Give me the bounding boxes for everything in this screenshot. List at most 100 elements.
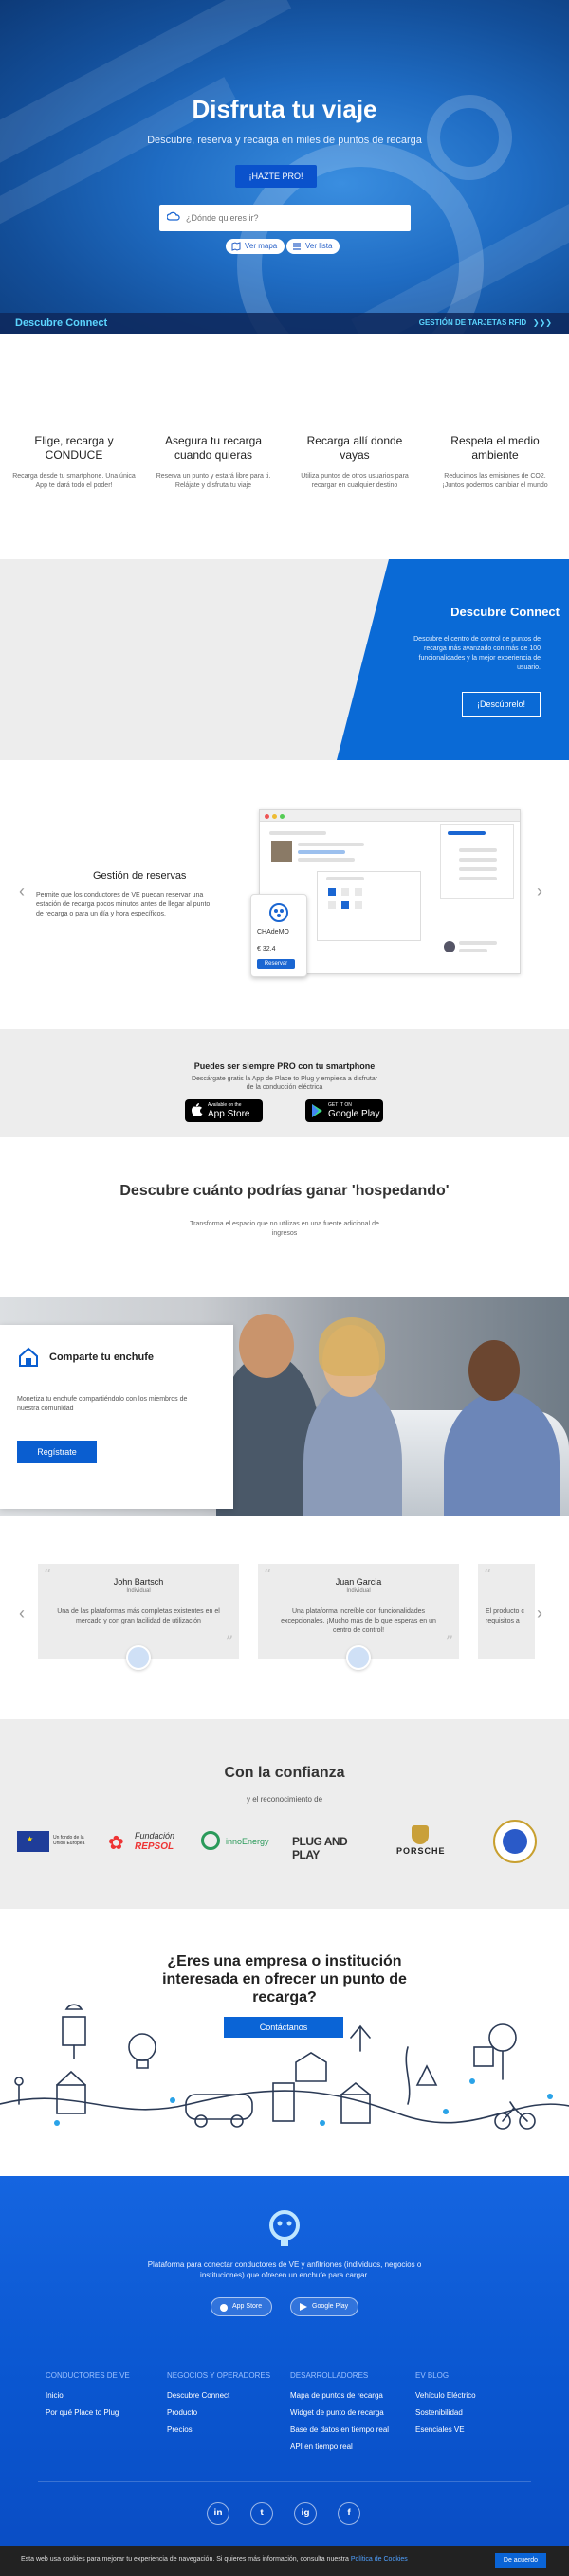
testimonial-role: Individual bbox=[126, 1588, 151, 1594]
instagram-icon[interactable]: ig bbox=[294, 2502, 317, 2525]
register-button[interactable]: Regístrate bbox=[17, 1441, 97, 1463]
linkedin-icon[interactable]: in bbox=[207, 2502, 229, 2525]
footer-link[interactable]: Por qué Place to Plug bbox=[46, 2404, 130, 2422]
footer: Plataforma para conectar conductores de … bbox=[0, 2176, 569, 2555]
plugandplay-logo-text: PLUG AND PLAY bbox=[292, 1835, 348, 1861]
rfid-link[interactable]: GESTIÓN DE TARJETAS RFID ❯❯❯ bbox=[419, 318, 552, 327]
footer-column-heading: NEGOCIOS Y OPERADORES bbox=[167, 2371, 271, 2380]
city-illustration bbox=[0, 2004, 569, 2130]
footer-link[interactable]: Mapa de puntos de recarga bbox=[290, 2387, 389, 2404]
chevron-right-icon[interactable]: › bbox=[537, 1604, 542, 1624]
place-to-plug-logo-icon bbox=[269, 2210, 300, 2246]
trust-title: Con la confianza bbox=[224, 1765, 345, 1781]
host-title: Descubre cuánto podrías ganar 'hospedand… bbox=[119, 1183, 450, 1199]
apps-text: Descárgate gratis la App de Place to Plu… bbox=[191, 1076, 378, 1091]
footer-google-play-label: Google Play bbox=[312, 2303, 349, 2310]
twitter-icon[interactable]: t bbox=[250, 2502, 273, 2525]
app-store-small: Available on the bbox=[208, 1102, 242, 1108]
connect-discover-button[interactable]: ¡Descúbrelo! bbox=[462, 692, 541, 717]
footer-link[interactable]: Esenciales VE bbox=[415, 2422, 476, 2439]
rfid-link-label: GESTIÓN DE TARJETAS RFID bbox=[418, 318, 527, 327]
phone-price: € 32.4 bbox=[257, 946, 276, 952]
feature-title: Elige, recarga y CONDUCE bbox=[34, 434, 114, 462]
apps-title: Puedes ser siempre PRO con tu smartphone bbox=[193, 1061, 376, 1071]
chevron-right-icon[interactable]: › bbox=[537, 881, 542, 901]
footer-link[interactable]: Widget de punto de recarga bbox=[290, 2404, 389, 2422]
google-play-icon bbox=[312, 1104, 322, 1117]
footer-column-heading: DESARROLLADORES bbox=[290, 2371, 369, 2380]
feature-text: Reducimos las emisiones de CO2. ¡Juntos … bbox=[442, 473, 548, 489]
testimonial-card: “ El producto c requisitos a bbox=[478, 1564, 535, 1659]
testimonial-name: John Bartsch bbox=[113, 1577, 164, 1587]
chevron-left-icon[interactable]: ‹ bbox=[19, 1604, 25, 1624]
footer-column-blog: EV BLOG Vehículo Eléctrico Sostenibilida… bbox=[415, 2371, 476, 2439]
testimonial-text: Una plataforma increíble con funcionalid… bbox=[281, 1608, 436, 1634]
phone-reserve-button[interactable]: Reservar bbox=[257, 959, 295, 969]
footer-link[interactable]: Inicio bbox=[46, 2387, 130, 2404]
porsche-logo-text: PORSCHE bbox=[396, 1846, 446, 1856]
cookie-policy-link[interactable]: Política de Cookies bbox=[351, 2556, 408, 2563]
feature-card: Respeta el medio ambiente Reducimos las … bbox=[432, 434, 558, 491]
search-input[interactable] bbox=[186, 209, 395, 227]
connect-text: Descubre el centro de control de puntos … bbox=[413, 636, 541, 671]
hero-title: Disfruta tu viaje bbox=[192, 95, 377, 123]
connect-title: Descubre Connect bbox=[450, 605, 560, 619]
phone-connector: CHAdeMO bbox=[257, 929, 289, 935]
feature-card: Recarga allí donde vayas Utiliza puntos … bbox=[292, 434, 417, 491]
search-box[interactable] bbox=[159, 205, 411, 231]
footer-link[interactable]: Descubre Connect bbox=[167, 2387, 270, 2404]
footer-link[interactable]: Precios bbox=[167, 2422, 270, 2439]
arrows-icon: ❯❯❯ bbox=[532, 318, 552, 327]
chevron-left-icon[interactable]: ‹ bbox=[19, 881, 25, 901]
testimonial-card: “ ” John Bartsch Individual Una de las p… bbox=[38, 1564, 239, 1659]
view-map-label: Ver mapa bbox=[245, 242, 278, 250]
footer-link[interactable]: Sostenibilidad bbox=[415, 2404, 476, 2422]
footer-link[interactable]: Vehículo Eléctrico bbox=[415, 2387, 476, 2404]
apple-icon bbox=[220, 2304, 228, 2312]
apple-icon bbox=[192, 1103, 203, 1116]
footer-google-play-button[interactable]: Google Play bbox=[290, 2297, 359, 2316]
app-store-badge[interactable]: Available on the App Store bbox=[185, 1099, 263, 1122]
discover-connect-link[interactable]: Descubre Connect bbox=[15, 317, 107, 329]
eu-logo: ★ Un fondo de la Unión Europea bbox=[17, 1825, 93, 1858]
view-map-chip[interactable]: Ver mapa bbox=[226, 239, 285, 254]
view-list-chip[interactable]: Ver lista bbox=[286, 239, 340, 254]
cookie-accept-button[interactable]: De acuerdo bbox=[495, 2553, 546, 2568]
quote-close-icon: ” bbox=[445, 1632, 453, 1650]
footer-app-store-button[interactable]: App Store bbox=[211, 2297, 273, 2316]
plugandplay-logo: PLUG AND PLAY bbox=[292, 1825, 368, 1861]
host-subtitle: Transforma el espacio que no utilizas en… bbox=[190, 1221, 379, 1237]
cookie-text: Esta web usa cookies para mejorar tu exp… bbox=[21, 2556, 351, 2563]
feature-title: Respeta el medio ambiente bbox=[450, 434, 540, 462]
testimonial-text: El producto c requisitos a bbox=[486, 1608, 524, 1624]
cookie-banner: Esta web usa cookies para mejorar tu exp… bbox=[0, 2546, 569, 2576]
phone-mockup: CHAdeMO € 32.4 Reservar bbox=[250, 894, 307, 977]
footer-link[interactable]: API en tiempo real bbox=[290, 2439, 389, 2456]
feature-title: Asegura tu recarga cuando quieras bbox=[164, 434, 263, 462]
footer-column-developers: DESARROLLADORES Mapa de puntos de recarg… bbox=[290, 2371, 389, 2456]
pro-button[interactable]: ¡HAZTE PRO! bbox=[235, 165, 317, 188]
reservas-title: Gestión de reservas bbox=[93, 870, 187, 881]
porsche-logo: PORSCHE bbox=[385, 1825, 461, 1858]
footer-column-drivers: CONDUCTORES DE VE Inicio Por qué Place t… bbox=[46, 2371, 130, 2422]
google-play-label: Google Play bbox=[328, 1109, 380, 1119]
share-plug-card: Comparte tu enchufe Monetiza tu enchufe … bbox=[0, 1325, 233, 1509]
house-icon bbox=[19, 1347, 38, 1367]
innoenergy-logo-text: innoEnergy bbox=[226, 1837, 269, 1846]
footer-link[interactable]: Base de datos en tiempo real bbox=[290, 2422, 389, 2439]
google-play-badge[interactable]: GET IT ON Google Play bbox=[305, 1099, 383, 1122]
plug-icon bbox=[269, 903, 288, 922]
share-title: Comparte tu enchufe bbox=[49, 1351, 155, 1363]
footer-link[interactable]: Producto bbox=[167, 2404, 270, 2422]
eu-logo-text: Un fondo de la Unión Europea bbox=[53, 1835, 85, 1846]
cloud-icon bbox=[166, 210, 180, 228]
trust-subtitle: y el reconocimiento de bbox=[246, 1795, 323, 1804]
connect-section: Descubre Connect Descubre el centro de c… bbox=[0, 559, 569, 760]
testimonial-text: Una de las plataformas más completas exi… bbox=[57, 1608, 220, 1624]
feature-text: Reserva un punto y estará libre para ti.… bbox=[156, 473, 271, 489]
feature-card: Asegura tu recarga cuando quieras Reserv… bbox=[151, 434, 276, 491]
repsol-logo-text: Fundación bbox=[135, 1831, 175, 1841]
facebook-icon[interactable]: f bbox=[338, 2502, 360, 2525]
quote-close-icon: ” bbox=[225, 1632, 233, 1650]
footer-app-store-label: App Store bbox=[232, 2303, 263, 2310]
